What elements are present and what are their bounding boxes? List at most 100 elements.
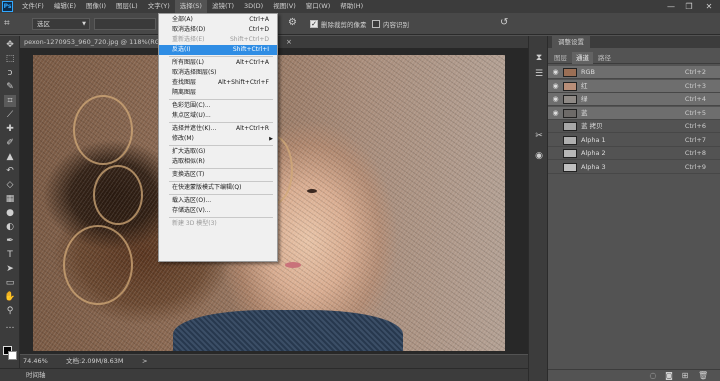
document-tab-close[interactable]: × [286, 36, 292, 48]
document-tab[interactable]: pexon-1270953_960_720.jpg @ 118%(RGB/8#)… [20, 36, 160, 48]
maximize-button[interactable]: ❐ [682, 0, 696, 13]
zoom-level[interactable]: 74.46% [23, 355, 48, 368]
menu-window[interactable]: 窗口(W) [301, 0, 336, 13]
healing-brush-icon[interactable]: ✚ [4, 123, 16, 135]
channel-row[interactable]: ◉ 蓝 Ctrl+5 [548, 106, 720, 120]
select-menu-item[interactable]: 色彩范围(C)... [159, 101, 277, 111]
select-menu-item[interactable]: 隔离图层 [159, 88, 277, 98]
select-menu-item[interactable]: 全部(A) Ctrl+A [159, 15, 277, 25]
crop-ratio-field[interactable] [94, 18, 156, 30]
minimize-button[interactable]: — [664, 0, 678, 13]
photoshop-app-icon[interactable]: Ps [2, 1, 13, 12]
select-menu-item[interactable]: 变换选区(T) [159, 170, 277, 180]
select-menu-item[interactable]: 修改(M) ▶ [159, 134, 277, 144]
menu-bar: Ps 文件(F) 编辑(E) 图像(I) 图层(L) 文字(Y) 选择(S) 滤… [0, 0, 720, 13]
move-icon[interactable]: ✥ [4, 39, 16, 51]
menu-item-label: 选择并遮住(K)... [172, 125, 217, 132]
select-menu-item[interactable]: 选择并遮住(K)... Alt+Ctrl+R [159, 124, 277, 134]
brush-icon[interactable]: ✐ [4, 137, 16, 149]
menu-item-label: 全部(A) [172, 16, 193, 23]
select-menu-item[interactable]: 选取相似(R) [159, 157, 277, 167]
select-menu-item[interactable]: 焦点区域(U)... [159, 111, 277, 121]
select-menu-item[interactable]: 在快速蒙版模式下编辑(Q) [159, 183, 277, 193]
zoom-icon[interactable]: ⚲ [4, 305, 16, 317]
menu-filter[interactable]: 滤镜(T) [207, 0, 239, 13]
visibility-eye-icon[interactable]: ◉ [551, 93, 560, 106]
select-menu-item[interactable]: 取消选择(D) Ctrl+D [159, 25, 277, 35]
select-menu-item[interactable]: 扩大选取(G) [159, 147, 277, 157]
background-color-swatch[interactable] [8, 351, 17, 360]
menu-view[interactable]: 视图(V) [268, 0, 301, 13]
menu-help[interactable]: 帮助(H) [335, 0, 368, 13]
select-menu-item[interactable]: 取消选择图层(S) [159, 68, 277, 78]
more-tools-icon[interactable]: … [4, 320, 16, 332]
timeline-panel-tab[interactable]: 时间轴 [0, 368, 528, 381]
visibility-eye-icon[interactable]: ◉ [551, 80, 560, 93]
eraser-icon[interactable]: ◇ [4, 179, 16, 191]
select-menu-item[interactable]: 载入选区(O)... [159, 196, 277, 206]
select-menu-item[interactable]: 新建 3D 模型(3) [159, 219, 277, 229]
menu-item-label: 所有图层(L) [172, 59, 205, 66]
menu-separator [169, 194, 273, 195]
status-menu-arrow[interactable]: > [142, 355, 147, 368]
select-menu-item[interactable]: 重新选择(E) Shift+Ctrl+D [159, 35, 277, 45]
menu-select[interactable]: 选择(S) [174, 0, 207, 13]
blur-icon[interactable]: ● [4, 207, 16, 219]
menu-edit[interactable]: 编辑(E) [49, 0, 81, 13]
quick-select-icon[interactable]: ✎ [4, 81, 16, 93]
properties-icon[interactable]: ☰ [533, 68, 545, 80]
type-icon[interactable]: T [4, 249, 16, 261]
dodge-icon[interactable]: ◐ [4, 221, 16, 233]
delete-cropped-pixels-checkbox[interactable]: ✓ [310, 20, 318, 28]
new-channel-icon[interactable]: ⊞ [680, 371, 690, 381]
tab-paths[interactable]: 路径 [594, 52, 615, 64]
gradient-icon[interactable]: ▦ [4, 193, 16, 205]
menu-item-label: 查找图层 [172, 79, 197, 86]
select-menu-item[interactable]: 反选(I) Shift+Ctrl+I [159, 45, 277, 55]
menu-layer[interactable]: 图层(L) [111, 0, 143, 13]
content-aware-checkbox[interactable] [372, 20, 380, 28]
channel-row[interactable]: Alpha 1 Ctrl+7 [548, 134, 720, 147]
crop-icon[interactable]: ⌗ [4, 95, 16, 107]
pen-icon[interactable]: ✒ [4, 235, 16, 247]
channel-row[interactable]: ◉ 绿 Ctrl+4 [548, 93, 720, 106]
crop-tool-preset-icon[interactable]: ⌗ [4, 18, 16, 30]
select-menu-item[interactable]: 所有图层(L) Alt+Ctrl+A [159, 58, 277, 68]
channel-row[interactable]: ◉ 红 Ctrl+3 [548, 79, 720, 93]
eyedropper-icon[interactable]: ⟋ [4, 109, 16, 121]
reset-icon[interactable]: ↺ [500, 17, 508, 28]
load-channel-selection-icon[interactable]: ◌ [648, 371, 658, 381]
panel-title-bar: 调整设置 [548, 36, 720, 48]
menu-file[interactable]: 文件(F) [17, 0, 49, 13]
tool-presets-icon[interactable]: ◉ [533, 150, 545, 162]
select-menu-item[interactable]: 存储选区(V)... [159, 206, 277, 216]
clone-stamp-icon[interactable]: ▲ [4, 151, 16, 163]
menu-3d[interactable]: 3D(D) [239, 0, 268, 13]
delete-channel-icon[interactable]: 🗑 [698, 371, 708, 381]
channel-row[interactable]: ◉ RGB Ctrl+2 [548, 66, 720, 79]
rectangle-icon[interactable]: ▭ [4, 277, 16, 289]
channel-row[interactable]: Alpha 3 Ctrl+9 [548, 161, 720, 174]
close-window-button[interactable]: ✕ [702, 0, 716, 13]
visibility-eye-icon[interactable]: ◉ [551, 107, 560, 120]
menu-type[interactable]: 文字(Y) [143, 0, 175, 13]
options-bar: ⌗ 选区 ▼ ⇄ ⚙ ✓ 删除裁剪的像素 内容识别 ↺ [0, 13, 720, 35]
channel-row[interactable]: Alpha 2 Ctrl+8 [548, 147, 720, 160]
visibility-eye-icon[interactable]: ◉ [551, 66, 560, 79]
adjustments-icon[interactable]: ✂ [533, 130, 545, 142]
history-brush-icon[interactable]: ↶ [4, 165, 16, 177]
lasso-icon[interactable]: ↄ [4, 67, 16, 79]
hand-icon[interactable]: ✋ [4, 291, 16, 303]
crop-mode-select[interactable]: 选区 ▼ [32, 18, 90, 30]
tab-layers[interactable]: 图层 [550, 52, 571, 64]
select-menu-item[interactable]: 查找图层 Alt+Shift+Ctrl+F [159, 78, 277, 88]
history-icon[interactable]: ⧗ [533, 52, 545, 64]
save-selection-icon[interactable]: ◙ [664, 371, 674, 381]
path-select-icon[interactable]: ➤ [4, 263, 16, 275]
panel-title[interactable]: 调整设置 [552, 36, 590, 48]
tab-channels[interactable]: 通道 [572, 52, 593, 64]
channel-row[interactable]: 蓝 拷贝 Ctrl+6 [548, 120, 720, 133]
gear-icon[interactable]: ⚙ [288, 17, 297, 28]
menu-image[interactable]: 图像(I) [81, 0, 111, 13]
marquee-icon[interactable]: ⬚ [4, 53, 16, 65]
